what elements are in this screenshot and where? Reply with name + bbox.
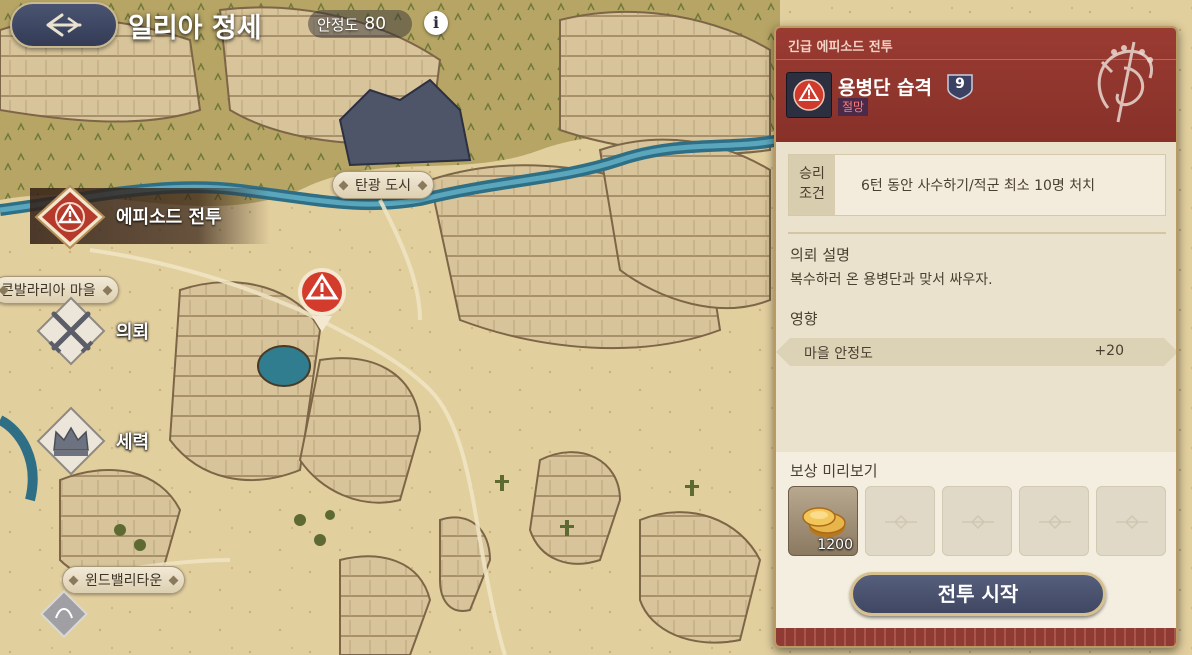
ornament-icon [1039,514,1071,530]
level-value: 9 [955,76,965,92]
stability-label: 안정도 [317,15,359,34]
reward-preview-section: 보상 미리보기 1200 전투 시작 [776,452,1176,646]
panel-footer-trim [776,628,1176,646]
reward-slot-empty [865,486,935,556]
request-label: 의뢰 [116,322,150,343]
ornament-icon [885,514,917,530]
info-button[interactable]: i [424,11,448,35]
reward-slot-empty [1019,486,1089,556]
mission-icon [786,72,832,118]
effect-value: +20 [1094,343,1124,359]
crown-icon [36,406,106,476]
win-condition-label-line2: 조건 [799,186,825,202]
mission-name: 용병단 습격 [838,77,933,99]
page-title: 일리아 정세 [128,13,262,44]
effect-title: 영향 [790,310,818,328]
reward-slot-empty [1096,486,1166,556]
description-title: 의뢰 설명 [790,246,850,264]
stability-value: 80 [364,14,387,34]
panel-header: 긴급 에피소드 전투 용병단 습격 9 절망 [776,28,1176,142]
back-arrow-icon [46,13,82,37]
reward-slot-empty [942,486,1012,556]
reward-preview-title: 보상 미리보기 [790,462,878,480]
warning-icon [793,79,825,111]
win-condition-label: 승리 조건 [789,155,835,215]
map-label-mine-city[interactable]: 탄광 도시 [332,171,434,199]
episode-battle-label: 에피소드 전투 [116,207,222,228]
stability-indicator: 안정도 80 [308,10,412,38]
episode-battle-icon [34,184,106,250]
urgent-episode-tag: 긴급 에피소드 전투 [788,40,893,55]
description-text: 복수하러 온 용병단과 맞서 싸우자. [790,272,993,288]
reward-quantity: 1200 [817,537,853,553]
faction-label: 세력 [116,432,150,453]
episode-battle-menu-item[interactable]: 에피소드 전투 [30,184,270,250]
effect-row: 마을 안정도 +20 [776,338,1176,366]
win-condition-label-line1: 승리 [799,166,825,182]
ornament-icon [962,514,994,530]
faction-emblem-icon [1097,41,1153,123]
crossed-swords-icon [36,296,106,366]
start-battle-button[interactable]: 전투 시작 [850,572,1106,616]
episode-battle-map-marker[interactable] [296,266,348,334]
ornament-icon [1116,514,1148,530]
windvalley-town-icon[interactable] [36,586,92,642]
difficulty-badge: 절망 [838,98,869,116]
win-condition-box: 승리 조건 6턴 동안 사수하기/적군 최소 10명 처치 [788,154,1166,216]
level-badge: 9 [946,73,974,100]
mission-detail-panel: 긴급 에피소드 전투 용병단 습격 9 절망 승리 조건 6턴 동안 사수하기/… [774,26,1178,648]
request-menu-item[interactable]: 의뢰 [36,296,216,366]
reward-slot-gold[interactable]: 1200 [788,486,858,556]
effect-name: 마을 안정도 [804,346,873,362]
faction-menu-item[interactable]: 세력 [36,406,216,476]
back-button[interactable] [10,2,118,48]
win-condition-text: 6턴 동안 사수하기/적군 최소 10명 처치 [861,178,1096,194]
section-divider [788,232,1166,234]
